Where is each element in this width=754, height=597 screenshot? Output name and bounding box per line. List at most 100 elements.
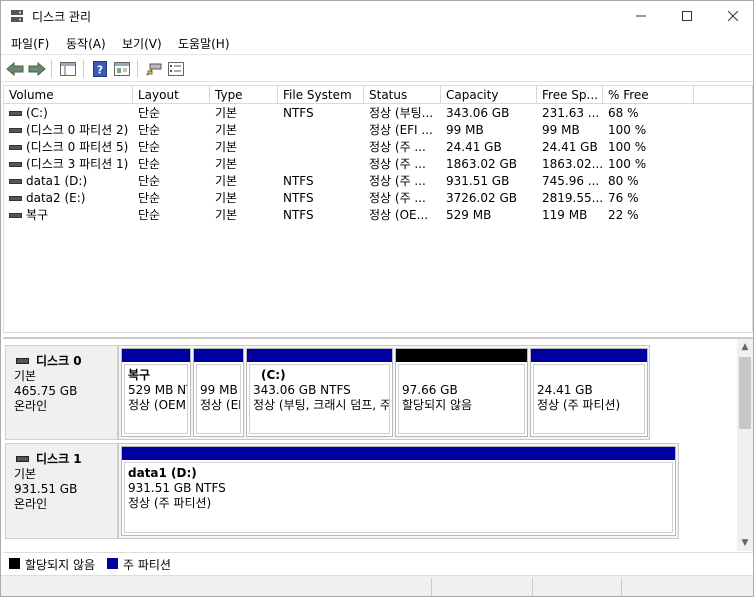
cell-volume: (디스크 3 파티션 1) bbox=[26, 157, 129, 171]
forward-arrow-icon bbox=[28, 62, 46, 76]
cell-fs bbox=[278, 156, 364, 173]
menu-action[interactable]: 동작(A) bbox=[66, 35, 106, 52]
partition-size: 931.51 GB NTFS bbox=[128, 481, 226, 495]
properties-button[interactable] bbox=[112, 59, 132, 79]
menu-view[interactable]: 보기(V) bbox=[122, 35, 162, 52]
partition-color-bar bbox=[122, 447, 675, 460]
partition-body: 99 MB 정상 (EFI bbox=[196, 364, 241, 434]
console-tree-icon bbox=[60, 62, 76, 76]
connect-icon bbox=[146, 63, 162, 76]
cell-pct: 100 % bbox=[608, 140, 647, 154]
scroll-thumb[interactable] bbox=[739, 357, 751, 429]
list-view-icon bbox=[168, 62, 184, 76]
partition-status: 정상 (OEM 파티션) bbox=[128, 398, 187, 412]
disk-label[interactable]: 디스크 1 기본 931.51 GB 온라인 bbox=[5, 443, 118, 539]
cell-free: 2819.55... bbox=[542, 191, 603, 205]
table-row[interactable]: data2 (E:) 단순 기본 NTFS 정상 (주 ... 3726.02 GB 281… bbox=[4, 190, 752, 207]
menu-help[interactable]: 도움말(H) bbox=[178, 35, 230, 52]
cell-free: 99 MB bbox=[542, 123, 580, 137]
partition-body: 97.66 GB 할당되지 않음 bbox=[398, 364, 525, 434]
partition-body: (C:) 343.06 GB NTFS 정상 (부팅, 크래시 덤프, 주 파티… bbox=[249, 364, 390, 434]
maximize-button[interactable] bbox=[664, 1, 710, 31]
column-header-volume[interactable]: Volume bbox=[4, 86, 133, 104]
partition-efi[interactable]: 99 MB 정상 (EFI bbox=[193, 348, 244, 437]
status-separator bbox=[532, 578, 533, 596]
disk-label[interactable]: 디스크 0 기본 465.75 GB 온라인 bbox=[5, 345, 118, 440]
partition-size: 343.06 GB NTFS bbox=[253, 383, 351, 397]
column-header-percent-free[interactable]: % Free bbox=[603, 86, 694, 104]
partition-disk0-5[interactable]: 24.41 GB 정상 (주 파티션) bbox=[530, 348, 648, 437]
column-header-capacity[interactable]: Capacity bbox=[441, 86, 537, 104]
cell-volume: data1 (D:) bbox=[26, 174, 88, 188]
window-title: 디스크 관리 bbox=[32, 10, 92, 24]
table-row[interactable]: (디스크 0 파티션 5) 단순 기본 정상 (주 ... 24.41 GB 24.41 … bbox=[4, 139, 752, 156]
cell-free: 1863.02... bbox=[542, 157, 603, 171]
column-header-file-system[interactable]: File System bbox=[278, 86, 364, 104]
cell-status: 정상 (주 ... bbox=[369, 140, 426, 154]
cell-type: 기본 bbox=[215, 123, 238, 137]
cell-layout: 단순 bbox=[138, 191, 161, 205]
partition-status: 정상 (부팅, 크래시 덤프, 주 파티션) bbox=[253, 398, 390, 412]
close-button[interactable] bbox=[710, 1, 753, 31]
title-bar[interactable]: 디스크 관리 bbox=[1, 1, 753, 31]
partition-c[interactable]: (C:) 343.06 GB NTFS 정상 (부팅, 크래시 덤프, 주 파티… bbox=[246, 348, 393, 437]
partition-color-bar bbox=[531, 349, 647, 362]
primary-partition-swatch bbox=[107, 558, 118, 569]
table-row[interactable]: (C:) 단순 기본 NTFS 정상 (부팅... 343.06 GB 231.63 ...… bbox=[4, 105, 752, 122]
menu-file[interactable]: 파일(F) bbox=[11, 35, 49, 52]
svg-text:?: ? bbox=[97, 64, 103, 77]
scroll-up-arrow-icon[interactable]: ▲ bbox=[737, 339, 753, 355]
connect-button[interactable] bbox=[144, 59, 164, 79]
table-row[interactable]: (디스크 3 파티션 1) 단순 기본 정상 (주 ... 1863.02 GB 1863… bbox=[4, 156, 752, 173]
column-header-status[interactable]: Status bbox=[364, 86, 441, 104]
disk-state: 온라인 bbox=[14, 497, 48, 511]
partition-size: 99 MB bbox=[200, 383, 238, 397]
partition-recovery[interactable]: 복구 529 MB NTFS 정상 (OEM 파티션) bbox=[121, 348, 191, 437]
partition-title: 복구 bbox=[128, 368, 151, 382]
show-hide-console-button[interactable] bbox=[58, 59, 78, 79]
cell-type: 기본 bbox=[215, 140, 238, 154]
cell-pct: 22 % bbox=[608, 208, 639, 222]
cell-volume: (디스크 0 파티션 5) bbox=[26, 140, 129, 154]
cell-type: 기본 bbox=[215, 157, 238, 171]
disk-name: 디스크 0 bbox=[36, 354, 82, 368]
cell-pct: 80 % bbox=[608, 174, 639, 188]
disk-icon bbox=[16, 456, 29, 462]
partition-unallocated[interactable]: 97.66 GB 할당되지 않음 bbox=[395, 348, 528, 437]
partition-title bbox=[200, 368, 240, 383]
scroll-down-arrow-icon[interactable]: ▼ bbox=[737, 535, 753, 551]
partition-data1[interactable]: data1 (D:) 931.51 GB NTFS 정상 (주 파티션) bbox=[121, 446, 676, 536]
column-header-free-space[interactable]: Free Sp... bbox=[537, 86, 603, 104]
partition-title bbox=[537, 368, 644, 383]
cell-type: 기본 bbox=[215, 208, 238, 222]
partition-status: 정상 (EFI bbox=[200, 398, 240, 412]
back-arrow-icon bbox=[6, 62, 24, 76]
back-button[interactable] bbox=[5, 59, 25, 79]
column-header-type[interactable]: Type bbox=[210, 86, 278, 104]
partition-strip: 복구 529 MB NTFS 정상 (OEM 파티션) 99 MB 정상 (EF… bbox=[118, 345, 650, 440]
maximize-icon bbox=[682, 11, 692, 21]
help-button[interactable]: ? bbox=[90, 59, 110, 79]
cell-free: 745.96 ... bbox=[542, 174, 600, 188]
settings-list-button[interactable] bbox=[166, 59, 186, 79]
cell-fs bbox=[278, 139, 364, 156]
table-row[interactable]: data1 (D:) 단순 기본 NTFS 정상 (주 ... 931.51 GB 745.… bbox=[4, 173, 752, 190]
column-header-layout[interactable]: Layout bbox=[133, 86, 210, 104]
cell-type: 기본 bbox=[215, 174, 238, 188]
table-row[interactable]: (디스크 0 파티션 2) 단순 기본 정상 (EFI ... 99 MB 99 MB 10… bbox=[4, 122, 752, 139]
partition-title: data1 (D:) bbox=[128, 466, 197, 480]
disk-type: 기본 bbox=[14, 369, 37, 383]
toolbar-separator bbox=[137, 60, 138, 78]
table-row[interactable]: 복구 단순 기본 NTFS 정상 (OE... 529 MB 119 MB 22 % bbox=[4, 207, 752, 224]
partition-title bbox=[402, 368, 524, 383]
cell-capacity: 1863.02 GB bbox=[446, 157, 517, 171]
minimize-button[interactable] bbox=[618, 1, 664, 31]
disk-row: 디스크 0 기본 465.75 GB 온라인 복구 529 MB NTFS 정상… bbox=[3, 345, 735, 440]
status-separator bbox=[621, 578, 622, 596]
minimize-icon bbox=[636, 15, 646, 17]
cell-capacity: 3726.02 GB bbox=[446, 191, 517, 205]
volume-list-header: Volume Layout Type File System Status Ca… bbox=[4, 86, 752, 104]
graph-vertical-scrollbar[interactable]: ▲ ▼ bbox=[737, 339, 753, 551]
forward-button[interactable] bbox=[27, 59, 47, 79]
cell-capacity: 99 MB bbox=[446, 123, 484, 137]
